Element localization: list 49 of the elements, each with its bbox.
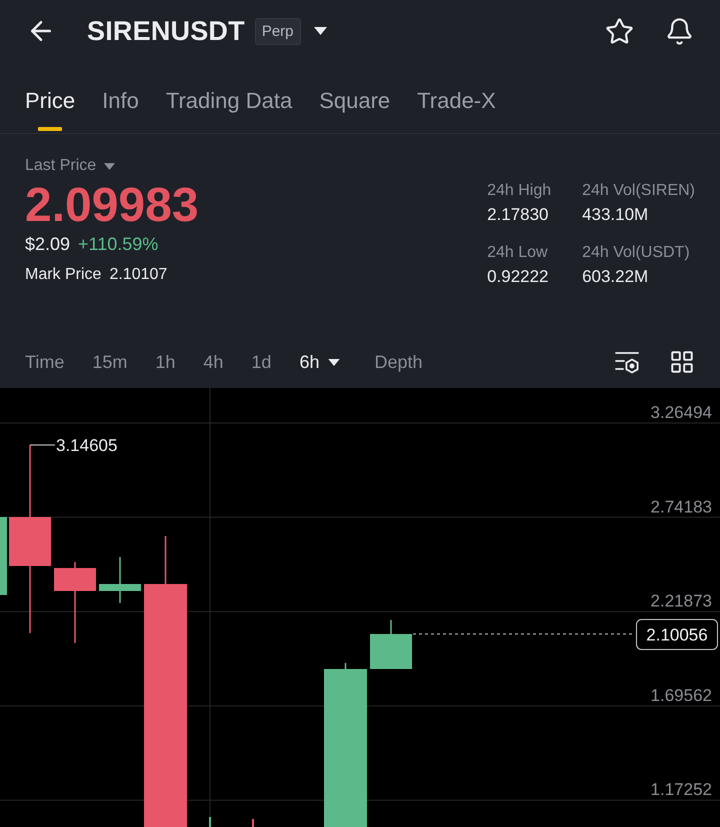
interval-tab[interactable]: 1d: [251, 351, 272, 373]
price-axis-label: 3.26494: [650, 403, 712, 422]
price-axis-label: 2.21873: [650, 592, 712, 611]
price-axis-label: 2.74183: [650, 497, 712, 516]
interval-tab[interactable]: Time: [25, 351, 64, 373]
candlestick: [99, 557, 141, 603]
tab[interactable]: Square: [319, 62, 390, 133]
tab[interactable]: Trading Data: [166, 62, 292, 133]
stat-value: 433.10M: [582, 205, 650, 225]
stat-label: 24h Vol(USDT): [582, 243, 691, 263]
usd-price: $2.09: [25, 233, 70, 256]
contract-type-badge: Perp: [254, 18, 301, 44]
tab[interactable]: Price: [25, 62, 76, 133]
high-price-label: 3.14605: [56, 436, 118, 455]
mark-price-label: Mark Price: [25, 265, 102, 285]
stat-label: 24h Low: [487, 243, 549, 263]
notification-button[interactable]: [665, 16, 694, 46]
interval-tab[interactable]: Depth: [374, 351, 423, 373]
candlestick: [370, 620, 412, 669]
current-price-tag: 2.10056: [636, 619, 718, 650]
price-axis-label: 1.17252: [650, 780, 712, 800]
leader-line: [30, 444, 56, 446]
tab[interactable]: Trade-X: [417, 62, 496, 133]
caret-icon: [104, 162, 116, 170]
price-type-dropdown[interactable]: Last Price: [25, 156, 116, 176]
star-icon: [605, 16, 634, 46]
interval-tab[interactable]: 6h: [299, 351, 340, 373]
caret-icon[interactable]: [314, 27, 327, 35]
stat-label: 24h High: [487, 181, 552, 201]
interval-tab[interactable]: 15m: [92, 351, 128, 373]
stat-value: 2.17830: [487, 205, 550, 225]
mark-price-value: 2.10107: [109, 265, 168, 285]
price-axis-label: 1.69562: [650, 686, 712, 705]
stat-value: 603.22M: [582, 267, 650, 287]
symbol-title: SIRENUSDT: [87, 15, 245, 47]
favorite-button[interactable]: [605, 16, 634, 46]
candlestick: [252, 819, 254, 827]
tab[interactable]: Info: [102, 62, 139, 133]
last-price: 2.09983: [25, 181, 199, 231]
price-change: +110.59%: [78, 233, 158, 256]
interval-tab[interactable]: 4h: [203, 351, 224, 373]
stat-label: 24h Vol(SIREN): [582, 181, 695, 201]
candlestick: [209, 817, 211, 827]
bell-icon: [665, 16, 694, 46]
stat-value: 0.92222: [487, 267, 550, 287]
interval-tab[interactable]: 1h: [155, 351, 176, 373]
chart-settings-icon[interactable]: [615, 350, 640, 374]
caret-icon: [328, 358, 340, 366]
grid-layout-icon[interactable]: [669, 349, 695, 375]
